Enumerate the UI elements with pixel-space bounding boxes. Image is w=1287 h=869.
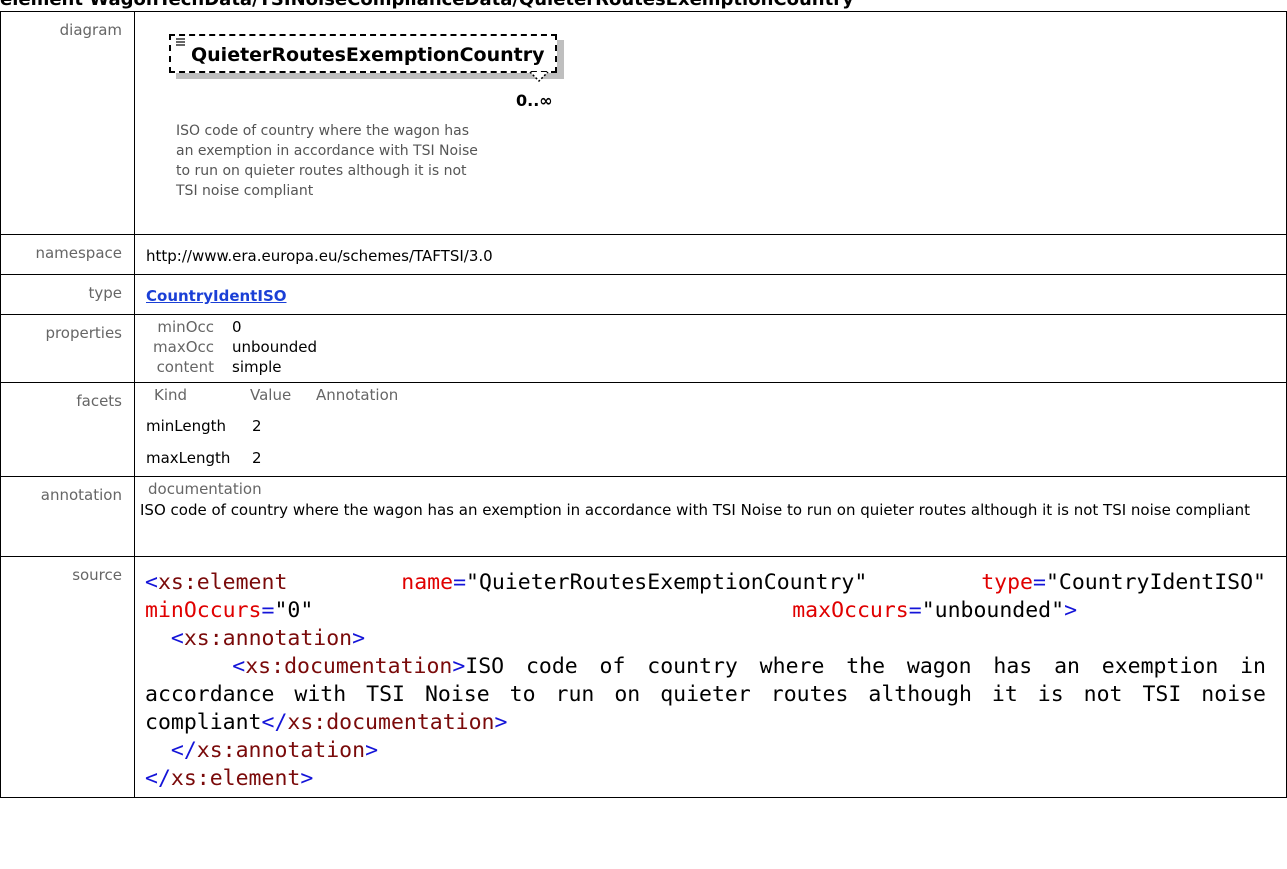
- code-bracket: </: [261, 710, 288, 735]
- code-tag: xs:documentation: [287, 710, 495, 735]
- property-value: simple: [232, 358, 282, 376]
- code-attr: name: [401, 570, 454, 595]
- code-bracket: </: [145, 766, 171, 791]
- code-attr: minOccurs: [145, 598, 262, 623]
- code-bracket: <: [170, 626, 184, 651]
- code-bracket: >: [352, 626, 366, 651]
- property-key: content: [156, 358, 214, 376]
- code-attr-value: "CountryIdentISO": [1045, 570, 1266, 595]
- code-bracket: >: [494, 710, 508, 735]
- annotation-cell: documentation ISO code of country where …: [134, 476, 1287, 557]
- source-cell: <xs:element name="QuieterRoutesExemption…: [134, 556, 1287, 798]
- code-bracket: >: [452, 654, 466, 679]
- code-bracket: <: [232, 654, 246, 679]
- properties-cell: minOcc 0 maxOcc unbounded content simple: [134, 314, 1287, 383]
- facets-cell: Kind Value Annotation minLength 2 maxLen…: [134, 382, 1287, 477]
- diagram-doc-line: an exemption in accordance with TSI Nois…: [176, 143, 478, 159]
- type-cell: CountryIdentISO: [134, 274, 1287, 315]
- facets-header-value: Value: [250, 386, 292, 404]
- property-row: content simple: [146, 357, 1276, 377]
- code-tag: xs:element: [157, 570, 288, 595]
- code-attr-value: "unbounded": [921, 598, 1065, 623]
- code-tag: xs:annotation: [196, 738, 366, 763]
- type-link[interactable]: CountryIdentISO: [146, 281, 1276, 307]
- facet-row: maxLength 2: [146, 447, 1276, 469]
- facet-value: 2: [252, 449, 262, 467]
- row-key-source: source: [0, 556, 135, 798]
- code-bracket: <: [145, 570, 158, 595]
- source-code: <xs:element name="QuieterRoutesExemption…: [145, 563, 1276, 797]
- property-value: 0: [232, 318, 242, 336]
- properties-row: properties minOcc 0 maxOcc unbounded con…: [0, 314, 1287, 383]
- code-eq: =: [908, 598, 922, 623]
- annotation-row: annotation documentation ISO code of cou…: [0, 476, 1287, 557]
- row-key-facets: facets: [0, 382, 135, 477]
- schema-doc-table: diagram QuieterRoutesExemptionCountry 0.…: [0, 11, 1287, 798]
- occurrence-label: 0..∞: [516, 91, 553, 110]
- facets-header-kind: Kind: [154, 386, 188, 404]
- namespace-cell: http://www.era.europa.eu/schemes/TAFTSI/…: [134, 234, 1287, 275]
- code-attr-value: "QuieterRoutesExemptionCountry": [466, 570, 868, 595]
- facet-kind: minLength: [146, 417, 227, 435]
- facet-value: 2: [252, 417, 262, 435]
- code-bracket: >: [365, 738, 379, 763]
- code-bracket: >: [300, 766, 314, 791]
- occurrence-notch-icon: [529, 69, 549, 87]
- annotation-documentation-label: documentation: [148, 480, 262, 498]
- row-key-namespace: namespace: [0, 234, 135, 275]
- namespace-row: namespace http://www.era.europa.eu/schem…: [0, 234, 1287, 275]
- diagram-documentation: ISO code of country where the wagon has …: [176, 121, 556, 201]
- element-diagram: QuieterRoutesExemptionCountry 0..∞ ISO c…: [146, 18, 1276, 234]
- code-tag: xs:annotation: [183, 626, 353, 651]
- facets-row: facets Kind Value Annotation minLength 2…: [0, 382, 1287, 477]
- code-attr: maxOccurs: [792, 598, 909, 623]
- element-box[interactable]: QuieterRoutesExemptionCountry: [169, 34, 557, 83]
- sequence-lines-icon: [176, 38, 186, 50]
- code-tag: xs:element: [170, 766, 301, 791]
- diagram-doc-line: to run on quieter routes although it is …: [176, 163, 467, 179]
- row-key-annotation: annotation: [0, 476, 135, 557]
- property-key: maxOcc: [153, 338, 214, 356]
- code-bracket: </: [170, 738, 197, 763]
- diagram-doc-line: ISO code of country where the wagon has: [176, 123, 470, 139]
- element-name: QuieterRoutesExemptionCountry: [191, 44, 545, 66]
- diagram-doc-line: TSI noise compliant: [176, 183, 314, 199]
- annotation-documentation-text: ISO code of country where the wagon has …: [140, 501, 1251, 519]
- facet-row: minLength 2: [146, 415, 1276, 437]
- source-row: source <xs:element name="QuieterRoutesEx…: [0, 556, 1287, 798]
- namespace-value: http://www.era.europa.eu/schemes/TAFTSI/…: [146, 247, 493, 265]
- facets-header: Kind Value Annotation: [146, 385, 1276, 405]
- code-eq: =: [261, 598, 275, 623]
- property-key: minOcc: [157, 318, 214, 336]
- code-eq: =: [453, 570, 467, 595]
- facet-kind: maxLength: [146, 449, 231, 467]
- row-key-diagram: diagram: [0, 11, 135, 235]
- diagram-row: diagram QuieterRoutesExemptionCountry 0.…: [0, 11, 1287, 235]
- code-attr: type: [981, 570, 1033, 595]
- row-key-properties: properties: [0, 314, 135, 383]
- property-row: maxOcc unbounded: [146, 337, 1276, 357]
- property-row: minOcc 0: [146, 317, 1276, 337]
- code-tag: xs:documentation: [245, 654, 453, 679]
- code-bracket: >: [1064, 598, 1078, 623]
- diagram-cell: QuieterRoutesExemptionCountry 0..∞ ISO c…: [134, 11, 1287, 235]
- facets-header-annotation: Annotation: [316, 386, 399, 404]
- properties-list: minOcc 0 maxOcc unbounded content simple: [146, 317, 1276, 377]
- property-value: unbounded: [232, 338, 317, 356]
- code-eq: =: [1032, 570, 1046, 595]
- code-text: compliant: [145, 710, 262, 735]
- type-row: type CountryIdentISO: [0, 274, 1287, 315]
- code-attr-value: "0": [274, 598, 314, 623]
- row-key-type: type: [0, 274, 135, 315]
